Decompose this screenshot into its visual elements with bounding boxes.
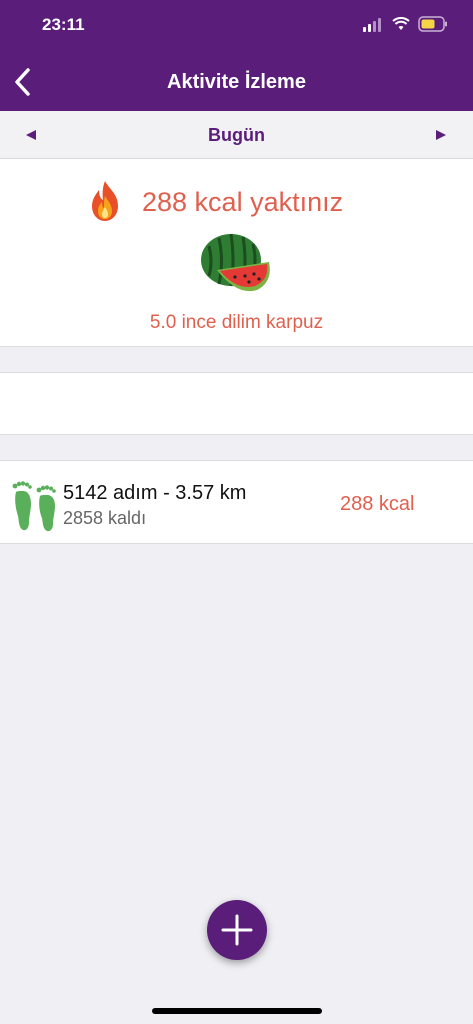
steps-calories-text: 288 kcal [340,493,415,515]
add-button[interactable] [207,900,267,960]
battery-icon [418,16,447,32]
next-day-button[interactable] [434,128,448,142]
empty-section [0,372,473,435]
app-header: 23:11 Aktivite İzleme [0,0,473,111]
date-label: Bugün [208,125,265,145]
wifi-icon [392,17,410,30]
food-equivalent-text: 5.0 ince dilim karpuz [149,312,324,333]
watermelon-icon [201,233,270,292]
calorie-summary-card: 288 kcal yaktınız 5.0 ince dilim karpuz [0,159,473,347]
steps-count-text: 5142 adım - 3.57 km [63,482,247,504]
fire-icon [92,181,118,221]
home-indicator[interactable] [152,1008,322,1014]
date-navigator: Bugün [0,111,473,159]
cellular-signal-icon [363,18,381,32]
page-title: Aktivite İzleme [167,71,306,93]
steps-remaining-text: 2858 kaldı [63,508,147,528]
calories-burned-text: 288 kcal yaktınız [142,187,344,217]
steps-row[interactable]: 5142 adım - 3.57 km 2858 kaldı 288 kcal [0,460,473,544]
plus-icon [221,914,253,946]
footprints-icon [12,481,56,532]
status-time: 23:11 [42,15,85,34]
